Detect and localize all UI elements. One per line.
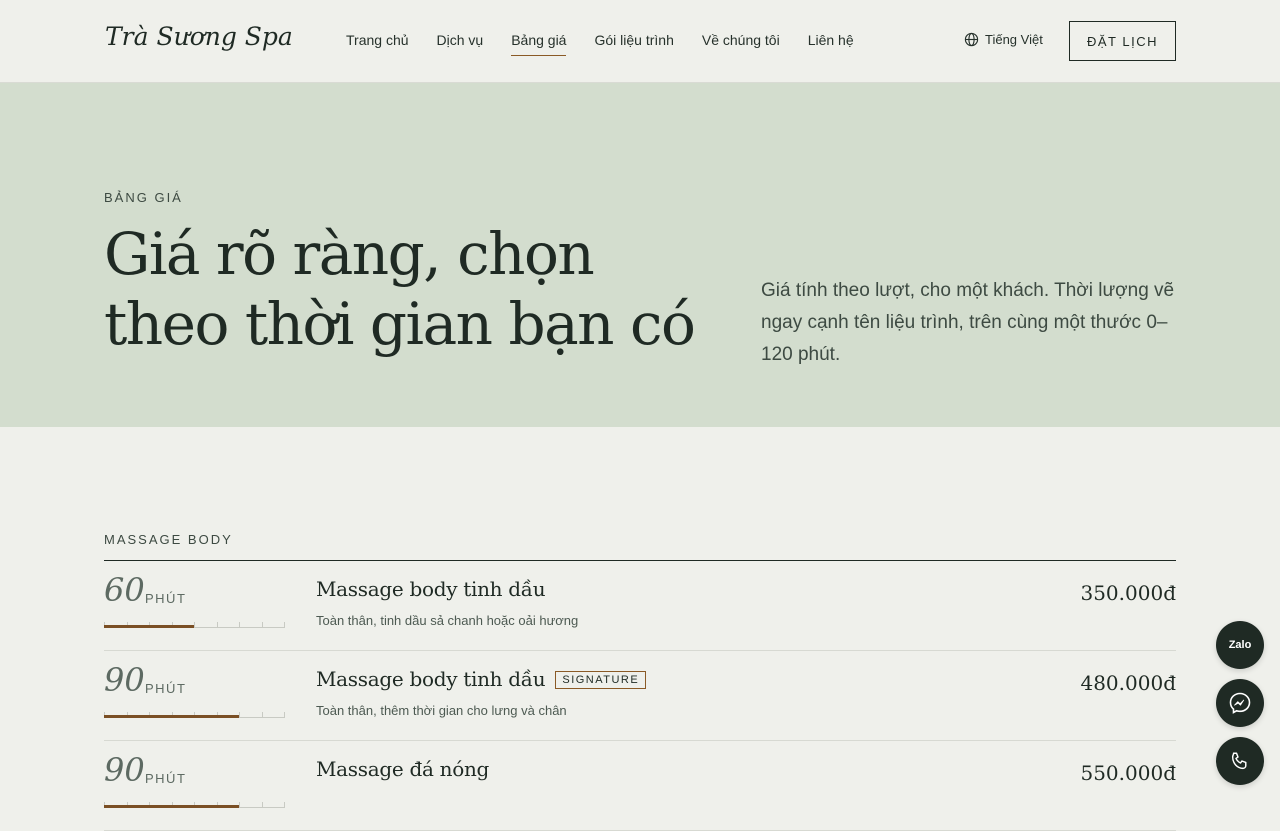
scale-tick [261,712,263,718]
price-row[interactable]: 90 PHÚT Massage body tinh dầu SIGNATURE T… [104,651,1176,741]
nav-item-contact[interactable]: Liên hệ [808,32,854,56]
scale-tick [284,712,285,718]
messenger-icon [1229,692,1251,714]
hero-description: Giá tính theo lượt, cho một khách. Thời … [761,280,1175,365]
service-description: Toàn thân, tinh dầu sả chanh hoặc oải hư… [316,613,579,628]
price-row[interactable]: 90 PHÚT Massage đá nóng 550.000đ [104,741,1176,831]
service-description: Toàn thân, thêm thời gian cho lưng và ch… [316,703,567,718]
nav-item-home[interactable]: Trang chủ [346,32,409,56]
price-row[interactable]: 60 PHÚT Massage body tinh dầu Toàn thân,… [104,561,1176,651]
zalo-label: Zalo [1228,639,1252,651]
zalo-chat-button[interactable]: Zalo [1216,621,1264,669]
service-price: 480.000đ [1080,671,1176,695]
scale-fill [104,625,194,628]
scale-tick [261,622,263,628]
scale-fill [104,805,239,808]
globe-icon [964,32,979,47]
scale-tick [239,712,240,718]
language-label: Tiếng Việt [985,32,1043,47]
brand-logo[interactable]: Trà Sương Spa [105,22,293,51]
scale-fill [104,715,239,718]
scale-tick [239,802,240,808]
phone-icon [1231,752,1247,770]
hero-title-line-2: theo thời gian bạn có [104,290,696,358]
nav-item-about[interactable]: Về chúng tôi [702,32,780,56]
scale-tick [284,802,285,808]
nav-item-pricing[interactable]: Bảng giá [511,32,567,56]
book-appointment-button[interactable]: ĐẶT LỊCH [1069,21,1176,61]
scale-tick [284,622,285,628]
duration-unit: PHÚT [145,681,187,696]
scale-tick [216,622,218,628]
duration-scale [104,620,285,628]
nav-item-services[interactable]: Dịch vụ [437,32,484,56]
service-price: 550.000đ [1080,761,1176,785]
signature-badge: SIGNATURE [555,671,647,689]
main-nav: Trang chủ Dịch vụ Bảng giá Gói liệu trìn… [346,32,854,56]
scale-tick [261,802,263,808]
hero-eyebrow: BẢNG GIÁ [104,190,183,205]
scale-tick [239,622,240,628]
duration-unit: PHÚT [145,771,187,786]
service-name-text: Massage body tinh dầu [316,667,546,691]
duration-scale [104,710,285,718]
service-name: Massage body tinh dầu [316,577,546,601]
service-name-text: Massage đá nóng [316,757,490,781]
scale-tick [194,622,195,628]
hero-title: Giá rõ ràng, chọn theo thời gian bạn có [104,219,724,359]
duration-value: 90 [104,751,145,789]
service-name: Massage đá nóng [316,757,489,781]
section-title: MASSAGE BODY [104,532,233,547]
duration-value: 90 [104,661,145,699]
pricing-hero: BẢNG GIÁ Giá rõ ràng, chọn theo thời gia… [0,83,1280,427]
service-name-text: Massage body tinh dầu [316,577,546,601]
messenger-button[interactable] [1216,679,1264,727]
duration-unit: PHÚT [145,591,187,606]
duration-scale [104,800,285,808]
duration-value: 60 [104,571,145,609]
service-name: Massage body tinh dầu SIGNATURE [316,667,647,691]
phone-call-button[interactable] [1216,737,1264,785]
language-switcher[interactable]: Tiếng Việt [964,32,1043,47]
hero-title-line-1: Giá rõ ràng, chọn [104,220,595,288]
nav-item-packages[interactable]: Gói liệu trình [594,32,673,56]
service-price: 350.000đ [1080,581,1176,605]
site-header: Trà Sương Spa Trang chủ Dịch vụ Bảng giá… [0,0,1280,83]
